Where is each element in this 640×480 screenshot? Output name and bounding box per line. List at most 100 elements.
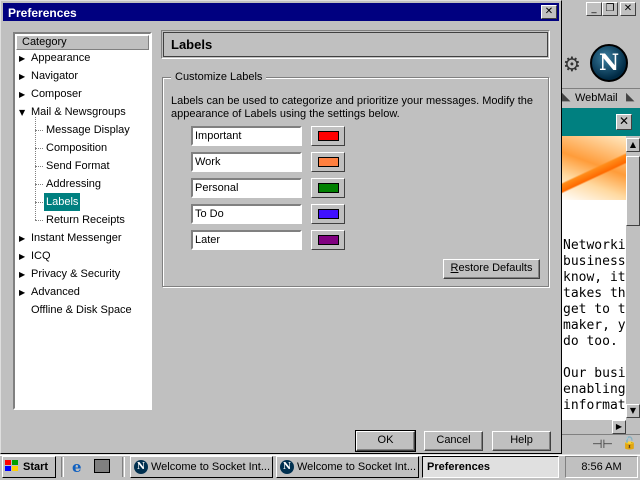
tree-connector	[35, 148, 43, 149]
bookmark-arrow-icon: ◣	[626, 91, 635, 103]
color-swatch	[318, 131, 339, 141]
color-swatch	[318, 157, 339, 167]
minimize-button[interactable]: _	[586, 2, 602, 16]
tree-connector	[35, 117, 36, 220]
color-swatch	[318, 209, 339, 219]
collapsed-arrow-icon[interactable]: ▶	[19, 230, 29, 248]
color-swatch	[318, 183, 339, 193]
category-item-composer[interactable]: ▶ Composer	[19, 85, 84, 103]
label-color-picker[interactable]	[311, 178, 345, 198]
sidebar-close-button[interactable]: ✕	[616, 114, 632, 130]
category-item-label: Message Display	[46, 124, 130, 136]
scroll-down-arrow[interactable]: ▼	[626, 404, 640, 418]
netscape-icon: N	[134, 460, 148, 474]
wrench-icon[interactable]: ⚙	[563, 52, 581, 76]
taskbar-button-welcome-2[interactable]: N Welcome to Socket Int...	[276, 456, 419, 478]
category-item-return-receipts[interactable]: Return Receipts	[44, 211, 127, 229]
scroll-right-arrow[interactable]: ▶	[612, 420, 626, 434]
category-item-addressing[interactable]: Addressing	[44, 175, 103, 193]
label-color-picker[interactable]	[311, 152, 345, 172]
dialog-title: Preferences	[8, 6, 77, 20]
category-item-label: Privacy & Security	[31, 268, 121, 280]
ok-button[interactable]: OK	[355, 430, 416, 452]
label-name-field[interactable]: To Do	[191, 204, 302, 224]
preferences-dialog: Preferences ✕ Category ▶ Appearance ▶ Navig…	[0, 0, 562, 454]
tree-connector	[35, 220, 43, 221]
category-item-appearance[interactable]: ▶ Appearance	[19, 49, 92, 67]
collapsed-arrow-icon[interactable]: ▶	[19, 86, 29, 104]
collapsed-arrow-icon[interactable]: ▶	[19, 248, 29, 266]
restore-defaults-button[interactable]: Restore Defaults	[443, 259, 540, 279]
category-item-label: Offline & Disk Space	[31, 304, 132, 316]
panel-title: Labels	[171, 37, 213, 52]
system-tray-clock: 8:56 AM	[565, 456, 638, 478]
category-item-label: Appearance	[31, 52, 91, 64]
labels-description: Labels can be used to categorize and pri…	[171, 95, 533, 120]
label-name-field[interactable]: Work	[191, 152, 302, 172]
horizontal-scrollbar[interactable]	[560, 420, 640, 434]
windows-logo-icon	[5, 460, 19, 472]
quicklaunch-separator	[122, 457, 125, 477]
category-item-labels[interactable]: Labels	[44, 193, 81, 211]
tree-connector	[35, 130, 43, 131]
scroll-thumb[interactable]	[626, 156, 640, 226]
category-item-label: Return Receipts	[46, 214, 125, 226]
category-item-label: Labels	[46, 196, 79, 208]
category-item-advanced[interactable]: ▶ Advanced	[19, 283, 82, 301]
category-item-label: Send Format	[46, 160, 110, 172]
category-item-label: Addressing	[46, 178, 102, 190]
label-color-picker[interactable]	[311, 230, 345, 250]
category-item-label: Instant Messenger	[31, 232, 122, 244]
bookmark-arrow-icon: ◣	[562, 91, 571, 103]
category-item-label: Composition	[46, 142, 108, 154]
webmail-link[interactable]: WebMail	[575, 92, 618, 104]
quicklaunch-separator	[61, 457, 64, 477]
help-button[interactable]: Help	[492, 431, 551, 451]
collapsed-arrow-icon[interactable]: ▶	[19, 50, 29, 68]
collapsed-arrow-icon[interactable]: ▶	[19, 284, 29, 302]
scroll-up-arrow[interactable]: ▲	[626, 138, 640, 152]
title-bar[interactable]: Preferences ✕	[3, 3, 559, 21]
close-button[interactable]: ✕	[541, 5, 557, 19]
category-item-icq[interactable]: ▶ ICQ	[19, 247, 53, 265]
label-color-picker[interactable]	[311, 126, 345, 146]
lock-icon[interactable]: 🔓	[622, 436, 637, 450]
cancel-button[interactable]: Cancel	[424, 431, 483, 451]
category-item-label: Navigator	[31, 70, 79, 82]
connection-icon: ⊣⊢	[592, 437, 613, 451]
tree-connector	[35, 184, 43, 185]
category-item-instant-messenger[interactable]: ▶ Instant Messenger	[19, 229, 124, 247]
browser-close-button[interactable]: ✕	[620, 2, 636, 16]
category-item-composition[interactable]: Composition	[44, 139, 109, 157]
netscape-logo[interactable]: N	[590, 44, 628, 82]
page-banner-image	[560, 136, 626, 200]
category-item-navigator[interactable]: ▶ Navigator	[19, 67, 80, 85]
collapsed-arrow-icon[interactable]: ▶	[19, 68, 29, 86]
restore-button[interactable]: ❐	[602, 2, 618, 16]
category-header: Category	[16, 35, 149, 50]
category-item-label: Mail & Newsgroups	[31, 106, 126, 118]
label-name-field[interactable]: Important	[191, 126, 302, 146]
taskbar-button-preferences[interactable]: Preferences	[422, 456, 559, 478]
category-item-message-display[interactable]: Message Display	[44, 121, 132, 139]
netscape-icon: N	[280, 460, 294, 474]
category-item-label: ICQ	[31, 250, 51, 262]
tree-connector	[35, 202, 43, 203]
internet-explorer-icon[interactable]: e	[72, 458, 82, 476]
label-name-field[interactable]: Later	[191, 230, 302, 250]
label-name-field[interactable]: Personal	[191, 178, 302, 198]
category-item-privacy-security[interactable]: ▶ Privacy & Security	[19, 265, 122, 283]
taskbar-button-welcome-1[interactable]: N Welcome to Socket Int...	[130, 456, 273, 478]
tree-connector	[35, 166, 43, 167]
show-desktop-icon[interactable]	[94, 459, 110, 473]
category-item-send-format[interactable]: Send Format	[44, 157, 112, 175]
category-item-label: Advanced	[31, 286, 80, 298]
category-item-label: Composer	[31, 88, 82, 100]
panel-header: Labels	[161, 30, 550, 59]
expanded-arrow-icon[interactable]: ▼	[19, 104, 29, 122]
color-swatch	[318, 235, 339, 245]
group-legend: Customize Labels	[171, 71, 267, 83]
label-color-picker[interactable]	[311, 204, 345, 224]
collapsed-arrow-icon[interactable]: ▶	[19, 266, 29, 284]
category-item-offline-disk-space[interactable]: Offline & Disk Space	[19, 301, 134, 319]
